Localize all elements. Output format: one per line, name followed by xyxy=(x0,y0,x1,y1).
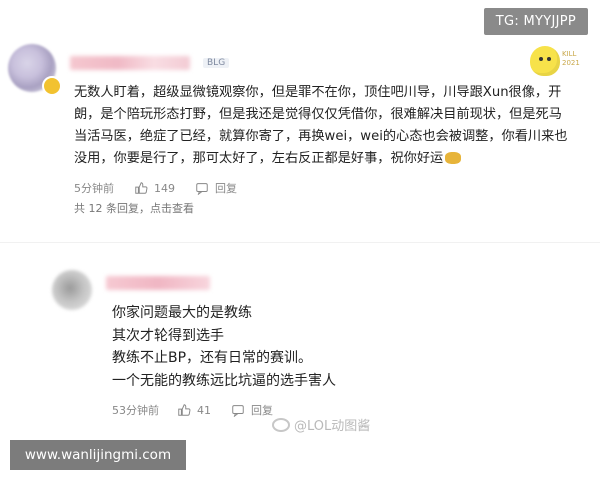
team-tag: BLG xyxy=(203,58,230,68)
comment-line: 朗，是个陪玩形态打野，但是我还是觉得仅仅凭借你，很难解决目前现状，但是死马 xyxy=(74,107,562,122)
site-url-bar: www.wanlijingmi.com xyxy=(10,440,186,470)
weibo-icon xyxy=(272,417,290,432)
watermark: @LOL动图酱 xyxy=(272,415,370,434)
avatar[interactable] xyxy=(52,270,92,310)
comment-meta: 5分钟前 149 回复 xyxy=(74,180,237,196)
comment-line: 教练不止BP，还有日常的赛训。 xyxy=(112,350,313,366)
reply-icon[interactable] xyxy=(231,403,245,417)
reply-button[interactable]: 回复 xyxy=(215,180,237,196)
comment-body: 你家问题最大的是教练 其次才轮得到选手 教练不止BP，还有日常的赛训。 一个无能… xyxy=(112,302,336,392)
reply-icon[interactable] xyxy=(195,181,209,195)
comment-line: 你家问题最大的是教练 xyxy=(112,305,252,321)
like-count: 149 xyxy=(154,181,175,195)
comment-line: 其次才轮得到选手 xyxy=(112,327,224,344)
comment-line: 一个无能的教练远比坑逼的选手害人 xyxy=(112,372,336,389)
emoji-icon xyxy=(445,152,462,164)
thumbs-up-icon[interactable] xyxy=(134,181,148,195)
thumbs-up-icon[interactable] xyxy=(177,403,191,417)
username-blurred[interactable] xyxy=(70,56,190,70)
comment-body: 无数人盯着，超级显微镜观察你，但是罪不在你，顶住吧川导，川导跟Xun很像，开 朗… xyxy=(74,82,584,170)
watermark-text: @LOL动图酱 xyxy=(294,419,371,434)
comment-line: 当活马医，绝症了已经，就算你寄了，再换wei，wei的心态也会被调整，你看川来也 xyxy=(74,129,568,144)
divider xyxy=(0,242,600,243)
verified-badge-icon xyxy=(42,76,62,96)
comment-line-last: 没用，你要是行了，那可太好了，左右反正都是好事，祝你好运 xyxy=(74,148,584,170)
like-count: 41 xyxy=(197,403,211,417)
mascot-label: KILL 2021 xyxy=(562,50,580,67)
tg-overlay-label: TG: MYYJJPP xyxy=(483,8,588,35)
view-replies-link[interactable]: 共 12 条回复，点击查看 xyxy=(74,200,194,216)
mascot-icon xyxy=(530,46,560,76)
username-blurred[interactable] xyxy=(106,276,210,290)
timestamp: 5分钟前 xyxy=(74,182,114,195)
comment-meta: 53分钟前 41 回复 xyxy=(112,402,273,418)
comment-line: 无数人盯着，超级显微镜观察你，但是罪不在你，顶住吧川导，川导跟Xun很像，开 xyxy=(74,85,562,100)
reply-button[interactable]: 回复 xyxy=(251,402,273,418)
timestamp: 53分钟前 xyxy=(112,404,159,417)
